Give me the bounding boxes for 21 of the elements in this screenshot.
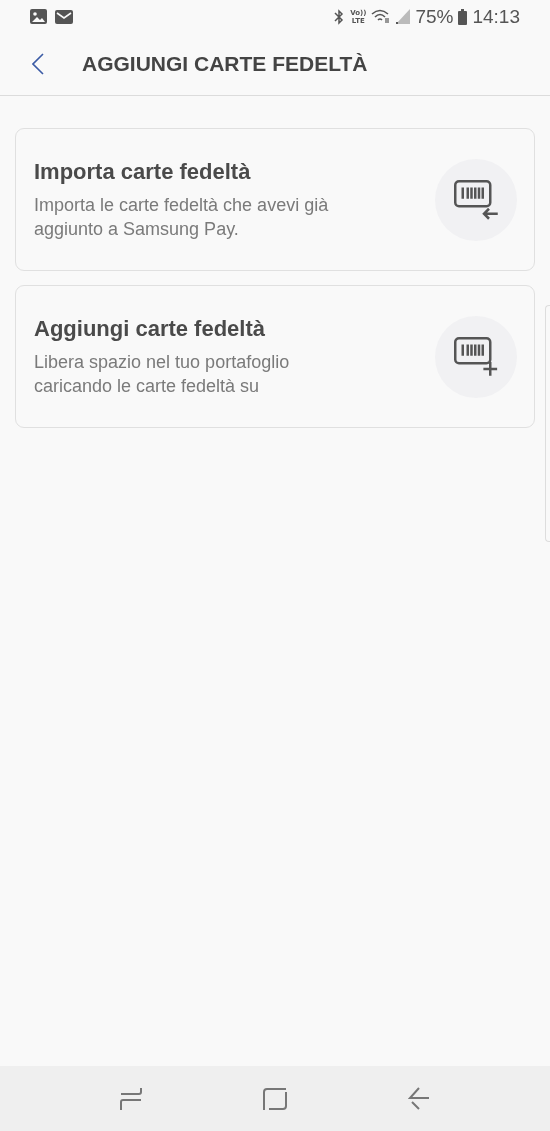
option-description: Libera spazio nel tuo portafoglio caricando le carte fedeltà su — [34, 351, 290, 398]
option-card[interactable]: Importa carte fedeltà Importa le carte fedeltà che avevi già aggiunto a Samsung Pay. — [15, 128, 535, 271]
gallery-icon — [30, 9, 47, 24]
battery-icon — [458, 8, 468, 25]
option-title: Aggiungi carte fedeltà — [34, 316, 267, 342]
home-icon — [263, 1086, 287, 1111]
mail-icon — [55, 9, 73, 24]
bluetooth-icon — [333, 8, 346, 25]
back-icon — [407, 1086, 430, 1111]
option-description: Importa le carte fedeltà che avevi già aggiunto a Samsung Pay. — [34, 194, 329, 241]
option-title: Importa carte fedeltà — [34, 159, 252, 185]
wifi-icon — [371, 9, 392, 24]
card-import-icon — [453, 179, 499, 220]
page-title: AGGIUNGI CARTE FEDELTÀ — [82, 52, 368, 76]
recent-apps-icon — [120, 1086, 143, 1111]
option-card[interactable]: Aggiungi carte fedeltà Libera spazio nel tuo portafoglio caricando le carte fedeltà su — [15, 285, 535, 428]
signal-icon — [396, 9, 411, 24]
back-icon — [32, 53, 44, 75]
card-add-icon — [453, 336, 499, 377]
battery-percent: 75% — [415, 5, 454, 28]
clock-time: 14:13 — [472, 5, 520, 28]
